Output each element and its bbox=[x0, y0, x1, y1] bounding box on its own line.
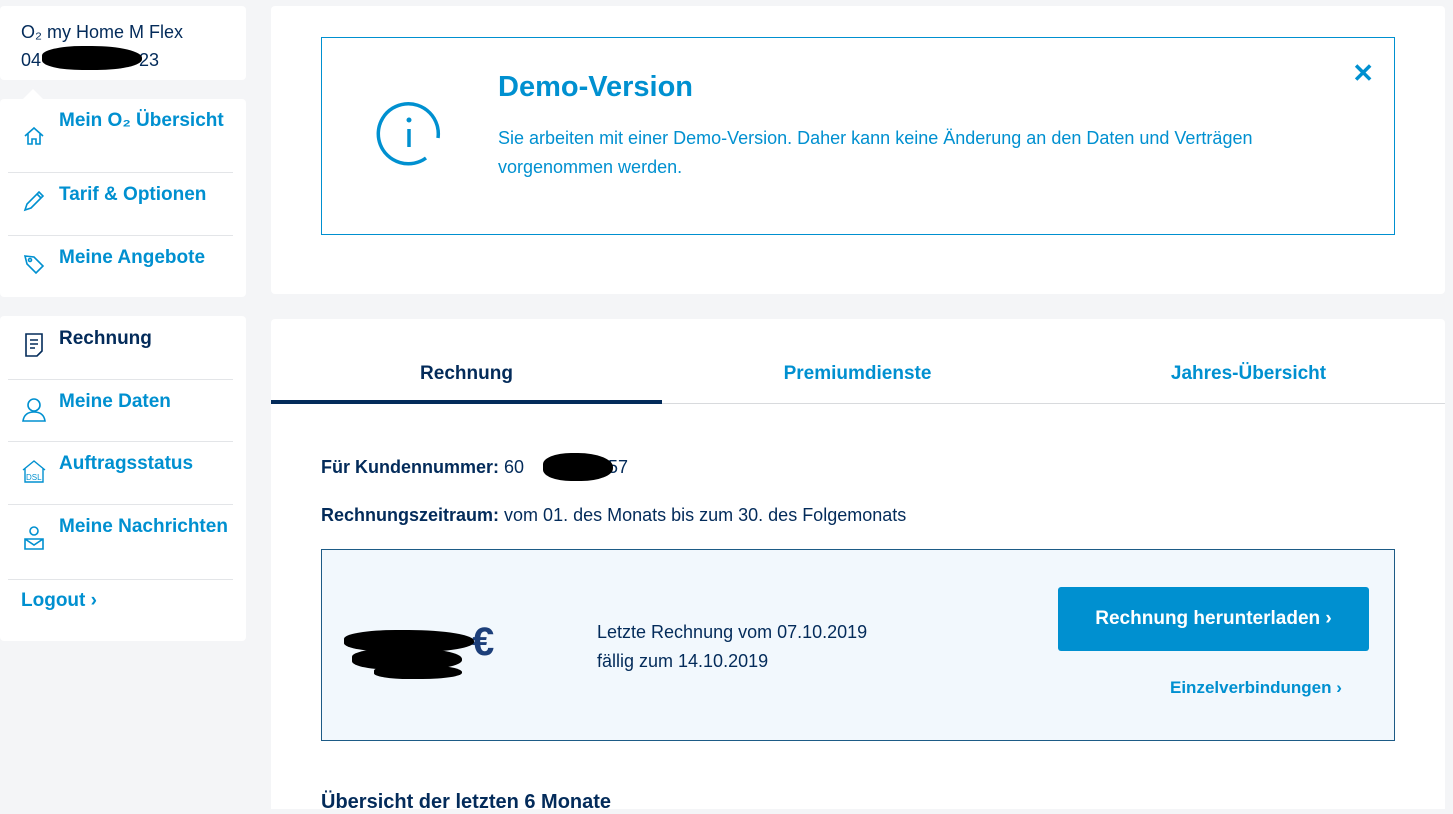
nav-account: Rechnung Meine Daten DSL Auftragsstatus … bbox=[0, 316, 246, 641]
bill-amount: € bbox=[472, 620, 495, 664]
demo-banner-card: Demo-Version Sie arbeiten mit einer Demo… bbox=[271, 6, 1445, 294]
overview-heading: Übersicht der letzten 6 Monate bbox=[321, 791, 612, 813]
bill-dates: Letzte Rechnung vom 07.10.2019 fällig zum… bbox=[597, 622, 868, 671]
home-icon bbox=[8, 107, 59, 147]
nav-item-angebote[interactable]: Meine Angebote bbox=[8, 236, 233, 296]
billing-period: Rechnungszeitraum: vom 01. des Monats bi… bbox=[321, 505, 907, 525]
svg-text:DSL: DSL bbox=[26, 473, 42, 482]
tab-premiumdienste[interactable]: Premiumdienste bbox=[662, 319, 1053, 404]
demo-text: Sie arbeiten mit einer Demo-Version. Dah… bbox=[498, 128, 1253, 177]
message-icon bbox=[8, 505, 59, 551]
customer-number: Für Kundennummer: 60 57 bbox=[321, 453, 628, 481]
last-bill-box: € Letzte Rechnung vom 07.10.2019 fällig z… bbox=[321, 549, 1395, 741]
nav-item-overview[interactable]: Mein O₂ Übersicht bbox=[8, 107, 233, 173]
contract-name: O₂ my Home M Flex bbox=[21, 22, 183, 42]
tab-rechnung[interactable]: Rechnung bbox=[271, 319, 662, 404]
billing-card: Rechnung Premiumdienste Jahres-Übersicht… bbox=[271, 319, 1445, 813]
redaction bbox=[42, 46, 142, 70]
invoice-icon bbox=[8, 316, 59, 358]
nav-item-daten[interactable]: Meine Daten bbox=[8, 380, 233, 442]
nav-item-auftragsstatus[interactable]: DSL Auftragsstatus bbox=[8, 442, 233, 505]
demo-notice: Demo-Version Sie arbeiten mit einer Demo… bbox=[321, 37, 1395, 235]
logout-link[interactable]: Logout › bbox=[21, 590, 97, 612]
close-icon[interactable]: ✕ bbox=[1352, 58, 1374, 89]
pencil-icon bbox=[8, 173, 59, 213]
einzelverbindungen-link[interactable]: Einzelverbindungen › bbox=[1170, 678, 1342, 698]
nav-item-rechnung[interactable]: Rechnung bbox=[8, 316, 233, 380]
tab-jahres-uebersicht[interactable]: Jahres-Übersicht bbox=[1053, 319, 1444, 404]
nav-item-nachrichten[interactable]: Meine Nachrichten bbox=[8, 505, 233, 580]
contract-card: O₂ my Home M Flex 04 23 bbox=[0, 6, 246, 80]
demo-title: Demo-Version bbox=[498, 71, 693, 103]
download-bill-button[interactable]: Rechnung herunterladen › bbox=[1058, 587, 1369, 651]
dsl-house-icon: DSL bbox=[8, 442, 59, 484]
tag-icon bbox=[8, 236, 59, 276]
nav-main: Mein O₂ Übersicht Tarif & Optionen Meine… bbox=[0, 89, 246, 297]
nav-item-tarif[interactable]: Tarif & Optionen bbox=[8, 173, 233, 236]
info-icon bbox=[376, 100, 442, 171]
user-icon bbox=[8, 380, 59, 422]
